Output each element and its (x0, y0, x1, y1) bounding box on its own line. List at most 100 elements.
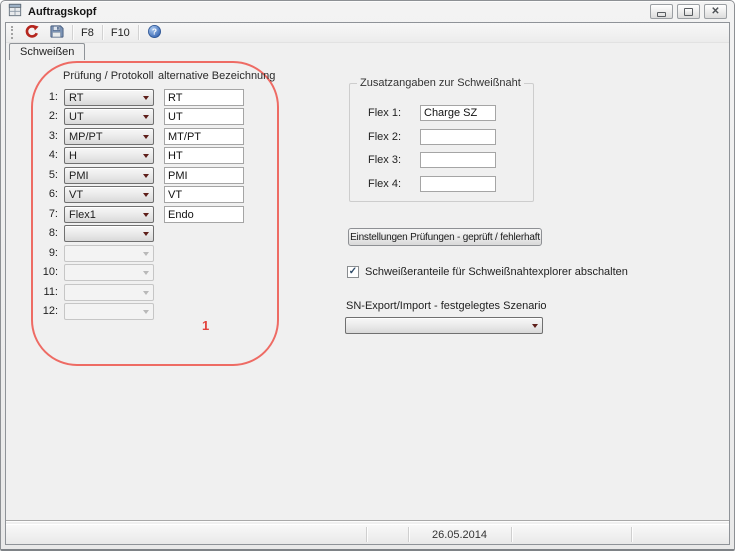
row-number: 5: (18, 169, 58, 181)
toolbar-separator (72, 25, 73, 40)
pruefung-combo-1[interactable]: RT (64, 89, 154, 106)
client-area: F8 F10 ? Sc (5, 22, 730, 545)
chevron-down-icon (138, 109, 153, 124)
pruefung-row: 10: (6, 264, 306, 281)
chevron-down-icon (138, 265, 153, 280)
chevron-down-icon (138, 129, 153, 144)
title-bar: Auftragskopf ✕ (1, 1, 734, 22)
pruefung-row: 9: (6, 245, 306, 262)
pruefung-combo-3[interactable]: MP/PT (64, 128, 154, 145)
toolbar: F8 F10 ? (6, 23, 729, 43)
row-number: 9: (18, 247, 58, 259)
pruefung-combo-4[interactable]: H (64, 147, 154, 164)
pruefung-row: 2: UT (6, 108, 306, 125)
pruefung-row: 5: PMI (6, 167, 306, 184)
pruefung-combo-9 (64, 245, 154, 262)
toolbar-grip[interactable] (11, 26, 14, 39)
statusbar-date: 26.05.2014 (408, 525, 511, 544)
row-number: 3: (18, 130, 58, 142)
pruefung-combo-2[interactable]: UT (64, 108, 154, 125)
pruefung-combo-11 (64, 284, 154, 301)
minimize-icon (657, 12, 666, 17)
chevron-down-icon (138, 285, 153, 300)
flex-4-input[interactable] (420, 176, 496, 192)
save-button[interactable] (44, 24, 69, 42)
toolbar-separator (138, 25, 139, 40)
row-number: 6: (18, 188, 58, 200)
tab-page-schweissen: 1 Prüfung / Protokoll alternative Bezeic… (6, 60, 729, 518)
pruefung-row: 8: (6, 225, 306, 242)
alt-bezeichnung-input-6[interactable] (164, 186, 244, 203)
chevron-down-icon (138, 207, 153, 222)
pruefung-combo-12 (64, 303, 154, 320)
annotation-label: 1 (202, 318, 209, 333)
help-button[interactable]: ? (142, 24, 167, 42)
einstellungen-pruefungen-button[interactable]: Einstellungen Prüfungen - geprüft / fehl… (348, 228, 542, 246)
pruefung-combo-7[interactable]: Flex1 (64, 206, 154, 223)
alt-bezeichnung-input-7[interactable] (164, 206, 244, 223)
pruefung-row: 4: H (6, 147, 306, 164)
row-number: 10: (18, 266, 58, 278)
minimize-button[interactable] (650, 4, 673, 19)
f10-button[interactable]: F10 (106, 24, 135, 42)
row-number: 1: (18, 91, 58, 103)
toolbar-separator (102, 25, 103, 40)
statusbar-divider (511, 527, 512, 542)
chevron-down-icon (138, 148, 153, 163)
chevron-down-icon (138, 168, 153, 183)
flex-1-input[interactable] (420, 105, 496, 121)
pruefung-combo-5[interactable]: PMI (64, 167, 154, 184)
pruefung-combo-8[interactable] (64, 225, 154, 242)
pruefung-row: 1: RT (6, 89, 306, 106)
save-icon (49, 24, 64, 42)
sn-export-import-label: SN-Export/Import - festgelegtes Szenario (346, 300, 547, 312)
app-window: Auftragskopf ✕ (0, 0, 735, 551)
pruefung-row: 7: Flex1 (6, 206, 306, 223)
help-icon: ? (147, 24, 162, 42)
tab-strip: Schweißen (6, 43, 729, 60)
flex-2-label: Flex 2: (368, 131, 401, 143)
refresh-button[interactable] (19, 24, 44, 42)
pruefung-combo-6[interactable]: VT (64, 186, 154, 203)
window-title: Auftragskopf (28, 6, 96, 18)
alt-bezeichnung-input-3[interactable] (164, 128, 244, 145)
column-header-alternative-bezeichnung: alternative Bezeichnung (158, 70, 275, 82)
status-bar: 26.05.2014 (6, 524, 729, 544)
row-number: 12: (18, 305, 58, 317)
schweisseranteile-checkbox-label: Schweißeranteile für Schweißnahtexplorer… (365, 266, 628, 278)
flex-3-input[interactable] (420, 152, 496, 168)
tab-schweissen[interactable]: Schweißen (9, 43, 85, 60)
chevron-down-icon (138, 246, 153, 261)
alt-bezeichnung-input-2[interactable] (164, 108, 244, 125)
refresh-icon (24, 24, 39, 42)
row-number: 2: (18, 110, 58, 122)
row-number: 4: (18, 149, 58, 161)
flex-3-label: Flex 3: (368, 154, 401, 166)
statusbar-divider (631, 527, 632, 542)
chevron-down-icon (138, 90, 153, 105)
sn-szenario-combo[interactable] (345, 317, 543, 334)
check-icon: ✓ (349, 267, 357, 277)
chevron-down-icon (138, 304, 153, 319)
schweisseranteile-checkbox[interactable]: ✓ (347, 266, 359, 278)
pruefung-row: 6: VT (6, 186, 306, 203)
alt-bezeichnung-input-4[interactable] (164, 147, 244, 164)
maximize-button[interactable] (677, 4, 700, 19)
chevron-down-icon (138, 187, 153, 202)
row-number: 7: (18, 208, 58, 220)
flex-2-input[interactable] (420, 129, 496, 145)
column-header-pruefung-protokoll: Prüfung / Protokoll (63, 70, 154, 82)
pruefung-row: 12: (6, 303, 306, 320)
f8-button[interactable]: F8 (76, 24, 99, 42)
alt-bezeichnung-input-5[interactable] (164, 167, 244, 184)
app-icon (8, 3, 22, 20)
groupbox-title: Zusatzangaben zur Schweißnaht (357, 77, 524, 89)
statusbar-divider (366, 527, 367, 542)
alt-bezeichnung-input-1[interactable] (164, 89, 244, 106)
flex-1-label: Flex 1: (368, 107, 401, 119)
svg-text:?: ? (152, 26, 157, 36)
close-button[interactable]: ✕ (704, 4, 727, 19)
chevron-down-icon (527, 318, 542, 333)
row-number: 11: (18, 286, 58, 298)
pruefung-row: 3: MP/PT (6, 128, 306, 145)
